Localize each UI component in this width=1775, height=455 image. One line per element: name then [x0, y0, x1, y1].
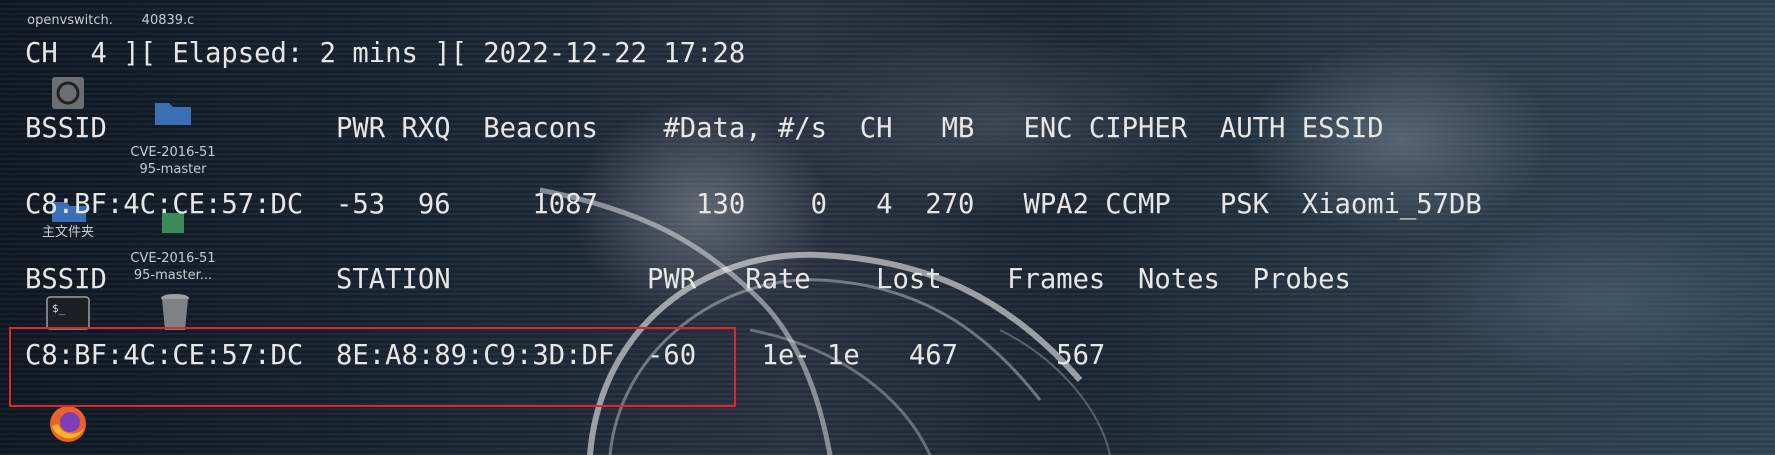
station-table-header: BSSID STATION PWR Rate Lost Frames Notes…	[25, 264, 1351, 295]
disc-icon	[52, 77, 84, 109]
trash-icon	[161, 294, 189, 330]
desktop-icon-trash[interactable]	[158, 292, 192, 332]
ap-table-header: BSSID PWR RXQ Beacons #Data, #/s CH MB E…	[25, 113, 1384, 144]
desktop-icon-40839c[interactable]: 40839.c	[128, 12, 208, 29]
desktop-icon-firefox[interactable]	[48, 404, 88, 444]
desktop-icon-disc[interactable]	[50, 76, 86, 110]
firefox-icon	[50, 406, 86, 442]
airodump-status-line: CH 4 ][ Elapsed: 2 mins ][ 2022-12-22 17…	[25, 38, 746, 69]
ap-table-row: C8:BF:4C:CE:57:DC -53 96 1087 130 0 4 27…	[25, 189, 1482, 220]
terminal-icon: $_	[46, 296, 90, 330]
desktop-icon-terminal[interactable]: $_	[46, 296, 90, 330]
annotation-highlight-box	[9, 327, 736, 407]
svg-text:$_: $_	[52, 302, 66, 315]
desktop-icon-openvswitch[interactable]: openvswitch.	[15, 12, 125, 29]
